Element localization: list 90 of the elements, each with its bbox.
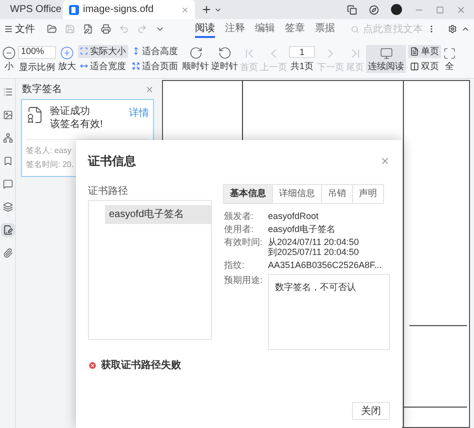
ribbon-tab[interactable]: 签章 — [284, 20, 305, 38]
zoom-select[interactable]: 100% — [18, 46, 56, 58]
attachment-icon — [2, 248, 12, 258]
zoom-out-icon — [2, 46, 16, 60]
document-tab[interactable]: image-signs.ofd — [63, 0, 195, 19]
field-value: AA351A6B0356C2526A8F... — [268, 260, 382, 270]
status-message: 该签名有效! — [50, 118, 103, 131]
sidebar-tab[interactable] — [0, 200, 14, 214]
print-icon[interactable] — [100, 24, 111, 34]
field-value: 从2024/07/11 20:04:50 — [268, 236, 359, 246]
fit-height-icon — [132, 47, 140, 55]
search-icon — [350, 24, 360, 34]
open-icon[interactable] — [46, 24, 57, 34]
document-tab[interactable]: WPS Office — [0, 0, 63, 19]
sidebar-tab[interactable] — [0, 131, 14, 145]
zoom-label: 显示比例 — [19, 62, 55, 72]
sidebar-tab[interactable] — [0, 223, 14, 237]
field-label: 有效时间: — [224, 236, 264, 248]
purpose-box: 数字签名，不可否认 — [268, 274, 390, 350]
window-icon[interactable] — [347, 4, 357, 14]
info-tab[interactable]: 声明 — [352, 184, 384, 204]
path-label: 证书路径 — [88, 184, 129, 199]
close-sidebar-icon[interactable] — [145, 84, 154, 94]
rotate-counterclockwise-icon — [218, 46, 232, 60]
certificate-path-tree[interactable]: easyofd电子签名 — [88, 200, 212, 340]
info-tab[interactable]: 基本信息 — [223, 184, 273, 204]
page-number-field[interactable]: 1 — [289, 46, 315, 58]
info-tab[interactable]: 详细信息 — [272, 184, 322, 204]
actual-size-icon — [80, 47, 88, 55]
signer-text: 签名人: easy — [26, 146, 72, 156]
document-icon — [69, 4, 79, 14]
close-tab-icon[interactable] — [181, 6, 189, 14]
compass-icon[interactable] — [369, 4, 379, 14]
rotate-clockwise-icon — [188, 46, 202, 60]
ribbon-tab[interactable]: 票据 — [314, 20, 335, 38]
single-page-icon — [410, 46, 419, 56]
signature-icon — [26, 106, 44, 124]
page-total: 共1页 — [290, 62, 314, 71]
field-label: 指纹: — [224, 260, 246, 270]
info-tab[interactable]: 吊销 — [321, 184, 353, 204]
avatar[interactable] — [391, 4, 402, 15]
edit-file-icon[interactable] — [82, 24, 93, 34]
tree-icon — [2, 133, 12, 143]
monitor-icon — [380, 46, 392, 60]
fit-button[interactable]: 适合高度 — [130, 44, 180, 58]
fit-button[interactable]: 实际大小 — [78, 44, 128, 58]
menu-icon[interactable] — [4, 24, 13, 34]
signature-icon — [2, 225, 12, 235]
page-layout-button[interactable]: 双页 — [408, 60, 441, 72]
fit-button[interactable]: 适合页面 — [130, 60, 180, 72]
error-message: 获取证书路径失败 — [101, 358, 181, 372]
close-button[interactable]: 关闭 — [352, 402, 390, 420]
search-field[interactable]: 点此查找文本 — [363, 22, 428, 36]
field-label: 预期用途: — [224, 274, 264, 286]
sidebar-tab[interactable] — [0, 177, 14, 191]
zoom-in-button[interactable]: 放大 — [58, 46, 76, 71]
field-value: easyofd电子签名 — [268, 224, 336, 234]
ribbon-tab[interactable]: 注释 — [224, 20, 245, 38]
field-label: 使用者: — [224, 224, 255, 234]
fullscreen-button[interactable]: 全 — [443, 46, 456, 70]
file-menu[interactable]: 文件 — [14, 22, 35, 36]
status-text: 验证成功 — [50, 106, 91, 118]
comment-icon — [2, 179, 12, 189]
tree-item[interactable]: easyofd电子签名 — [105, 205, 211, 224]
field-value: 到2025/07/11 20:04:50 — [268, 246, 359, 256]
sidebar-title: 数字签名 — [22, 82, 62, 96]
new-tab-icon[interactable] — [201, 4, 212, 15]
zoom-out-button[interactable]: 小 — [2, 46, 16, 71]
fullscreen-icon — [443, 46, 456, 60]
layers-icon — [2, 202, 12, 212]
close-icon[interactable] — [456, 4, 466, 14]
dialog-title: 证书信息 — [88, 153, 136, 170]
fit-page-icon — [132, 62, 140, 70]
bookmark-icon — [2, 156, 12, 166]
image-icon — [2, 110, 12, 120]
rotate-button[interactable]: 逆时针 — [211, 46, 238, 71]
settings-icon[interactable] — [448, 24, 458, 34]
fit-width-icon — [80, 62, 88, 70]
page-layout-button[interactable]: 单页 — [408, 44, 441, 58]
continuous-read-button[interactable]: 连续阅读 — [366, 44, 406, 72]
error-icon — [88, 360, 97, 370]
ribbon-tab[interactable]: 编辑 — [254, 20, 275, 38]
rotate-button[interactable]: 顺时针 — [182, 46, 209, 71]
two-page-icon — [410, 62, 419, 70]
zoom-in-icon — [60, 46, 74, 60]
fit-button[interactable]: 适合宽度 — [78, 60, 128, 72]
field-label: 颁发者: — [224, 210, 255, 220]
sign-time-text: 签名时间: 20. — [26, 160, 74, 170]
field-value: easyofdRoot — [268, 210, 319, 220]
close-icon[interactable] — [380, 156, 390, 166]
